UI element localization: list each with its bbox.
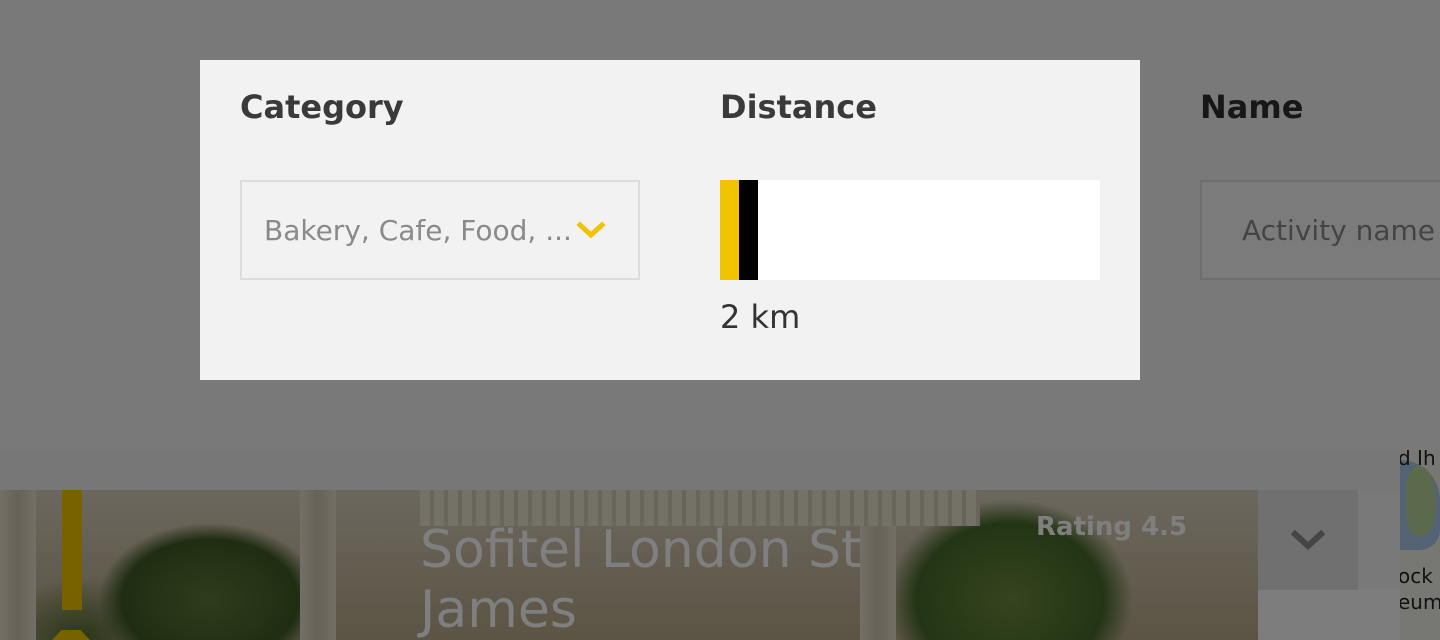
category-selected-value: Bakery, Cafe, Food, ... [264, 213, 572, 247]
distance-heading: Distance [720, 88, 877, 126]
category-heading: Category [240, 88, 404, 126]
slider-fill [720, 180, 739, 280]
category-dropdown[interactable]: Bakery, Cafe, Food, ... [240, 180, 640, 280]
filter-modal: Category Bakery, Cafe, Food, ... Distanc… [200, 60, 1140, 380]
distance-value: 2 km [720, 298, 801, 336]
chevron-down-icon [576, 221, 606, 239]
distance-slider[interactable] [720, 180, 1100, 280]
slider-handle[interactable] [739, 180, 758, 280]
